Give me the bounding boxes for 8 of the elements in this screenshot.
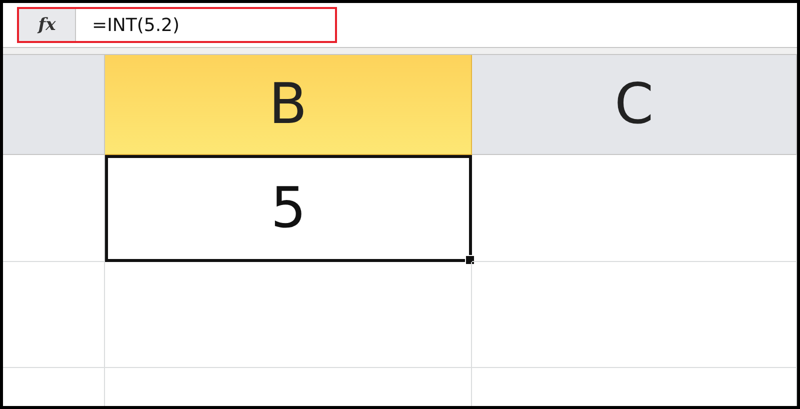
row-header[interactable] xyxy=(3,262,105,368)
column-header[interactable]: B xyxy=(105,55,472,155)
row-header[interactable] xyxy=(3,155,105,262)
select-all-corner[interactable] xyxy=(3,55,105,155)
function-label[interactable]: fx xyxy=(19,9,76,41)
column-header[interactable]: C xyxy=(472,55,797,155)
table-cell: 5 xyxy=(105,155,472,262)
formula-field[interactable]: =INT(5.2) xyxy=(76,9,180,41)
